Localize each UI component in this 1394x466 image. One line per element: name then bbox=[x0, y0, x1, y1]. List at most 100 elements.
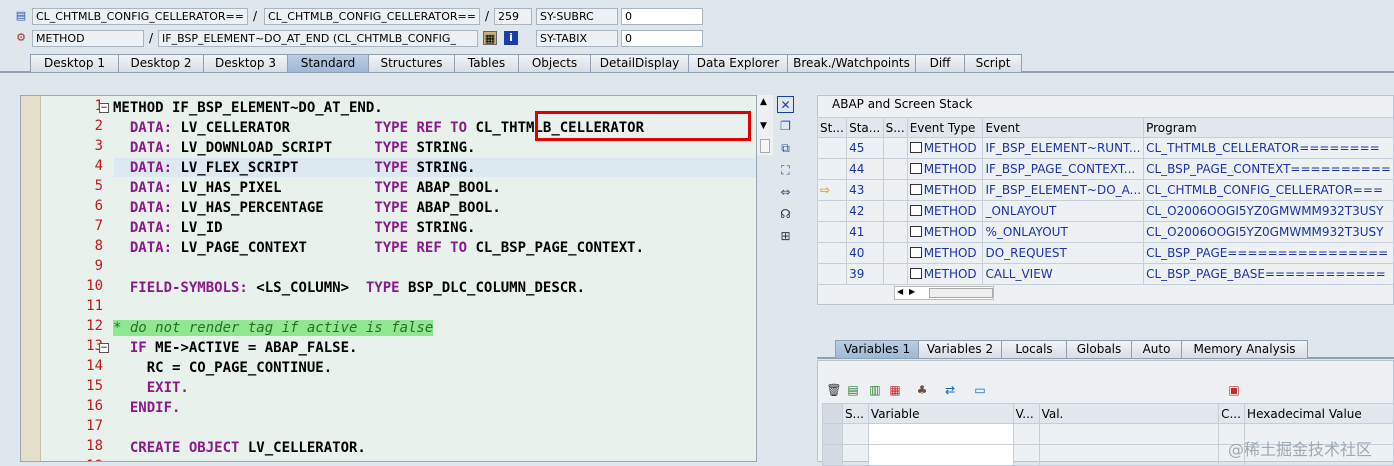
stack-row[interactable]: 44 METHOD IF_BSP_PAGE_CONTEXT... CL_BSP_PAG… bbox=[816, 158, 1394, 180]
stack-event[interactable]: IF_BSP_PAGE_CONTEXT... bbox=[982, 158, 1145, 180]
stack-level[interactable]: 45 bbox=[846, 137, 884, 159]
stack-program[interactable]: CL_O2006OOGI5YZ0GMWMM932T3USY bbox=[1143, 221, 1394, 243]
stack-program[interactable]: CL_BSP_PAGE_BASE============ bbox=[1143, 263, 1394, 285]
stack-program[interactable]: CL_CHTMLB_CONFIG_CELLERATOR=== bbox=[1143, 179, 1394, 201]
code-line[interactable]: DATA: LV_ID TYPE STRING. bbox=[113, 218, 476, 238]
cell[interactable] bbox=[841, 444, 869, 466]
code-line[interactable]: DATA: LV_HAS_PIXEL TYPE ABAP_BOOL. bbox=[113, 178, 501, 198]
stack-program[interactable]: CL_O2006OOGI5YZ0GMWMM932T3USY bbox=[1143, 200, 1394, 222]
tab-variables-2[interactable]: Variables 2 bbox=[918, 340, 1002, 358]
trash-icon[interactable]: 🗑 bbox=[826, 382, 842, 398]
tab-memory-analysis[interactable]: Memory Analysis bbox=[1181, 340, 1308, 358]
stack-s-cell[interactable] bbox=[882, 242, 908, 264]
stack-event-type[interactable]: METHOD bbox=[906, 179, 984, 201]
scroll-down-icon[interactable]: ▼ bbox=[760, 121, 767, 131]
stack-marker-cell[interactable] bbox=[816, 158, 848, 180]
row-selector[interactable] bbox=[822, 423, 843, 445]
navigate-icon[interactable]: ▦ bbox=[483, 31, 497, 45]
tab-desktop-2[interactable]: Desktop 2 bbox=[118, 54, 204, 72]
code-line[interactable]: CREATE OBJECT LV_CELLERATOR. bbox=[113, 438, 366, 458]
col-header[interactable]: Program bbox=[1143, 117, 1394, 138]
stack-marker-cell[interactable] bbox=[816, 200, 848, 222]
stack-s-cell[interactable] bbox=[882, 221, 908, 243]
fold-toggle-method[interactable]: − bbox=[99, 103, 109, 113]
stack-s-cell[interactable] bbox=[882, 200, 908, 222]
scroll-up-icon[interactable]: ▲ bbox=[760, 97, 767, 107]
stack-level[interactable]: 39 bbox=[846, 263, 884, 285]
swap-icon[interactable]: ⇄ bbox=[942, 382, 958, 398]
col-header[interactable]: C... bbox=[1218, 403, 1246, 424]
col-header[interactable]: Event bbox=[982, 117, 1145, 138]
col-header[interactable]: V... bbox=[1012, 403, 1040, 424]
col-header[interactable]: St... bbox=[816, 117, 848, 138]
code-line[interactable]: * do not render tag if active is false bbox=[113, 318, 434, 338]
stack-event[interactable]: IF_BSP_ELEMENT~RUNT... bbox=[982, 137, 1145, 159]
table-delete-icon[interactable]: ▦ bbox=[887, 382, 903, 398]
headset-icon[interactable]: ☊ bbox=[777, 206, 794, 223]
tab-locals[interactable]: Locals bbox=[1001, 340, 1067, 358]
code-line[interactable]: METHOD IF_BSP_ELEMENT~DO_AT_END. bbox=[113, 98, 383, 118]
stack-program[interactable]: CL_BSP_PAGE================ bbox=[1143, 242, 1394, 264]
col-header[interactable]: Event Type bbox=[906, 117, 984, 138]
stack-s-cell[interactable] bbox=[882, 158, 908, 180]
code-line[interactable]: FIELD-SYMBOLS: <LS_COLUMN> TYPE BSP_DLC_… bbox=[113, 278, 585, 298]
scroll-left-icon[interactable]: ◀ bbox=[897, 287, 903, 296]
editor-scrollbar[interactable]: ▲ ▼ bbox=[757, 95, 773, 155]
code-line[interactable]: EXIT. bbox=[113, 378, 189, 398]
stack-level[interactable]: 42 bbox=[846, 200, 884, 222]
stack-event-type[interactable]: METHOD bbox=[906, 221, 984, 243]
stack-row[interactable]: 45 METHOD IF_BSP_ELEMENT~RUNT... CL_THTMLB_… bbox=[816, 137, 1394, 159]
stack-event[interactable]: %_ONLAYOUT bbox=[982, 221, 1145, 243]
code-line[interactable]: DATA: LV_FLEX_SCRIPT TYPE STRING. bbox=[113, 158, 476, 178]
stack-s-cell[interactable] bbox=[882, 179, 908, 201]
tab-break-watchpoints[interactable]: Break./Watchpoints bbox=[787, 54, 916, 72]
stack-s-cell[interactable] bbox=[882, 137, 908, 159]
cell[interactable] bbox=[841, 423, 869, 445]
tab-detail-display[interactable]: DetailDisplay bbox=[590, 54, 689, 72]
close-icon[interactable]: ✕ bbox=[777, 96, 794, 113]
stack-row[interactable]: 40 METHOD DO_REQUEST CL_BSP_PAGE===========… bbox=[816, 242, 1394, 264]
maximize-icon[interactable]: ⛶ bbox=[777, 162, 794, 179]
stack-event-type[interactable]: METHOD bbox=[906, 263, 984, 285]
code-line[interactable]: DATA: LV_HAS_PERCENTAGE TYPE ABAP_BOOL. bbox=[113, 198, 501, 218]
tab-globals[interactable]: Globals bbox=[1066, 340, 1132, 358]
sysvar-value-field[interactable]: 0 bbox=[621, 8, 703, 25]
stack-row[interactable]: 41 METHOD %_ONLAYOUT CL_O2006OOGI5YZ0GMWMM9… bbox=[816, 221, 1394, 243]
stack-program[interactable]: CL_BSP_PAGE_CONTEXT========== bbox=[1143, 158, 1394, 180]
stack-s-cell[interactable] bbox=[882, 263, 908, 285]
stack-event-type[interactable]: METHOD bbox=[906, 200, 984, 222]
folder-icon[interactable]: ▭ bbox=[972, 382, 988, 398]
stack-marker-cell[interactable] bbox=[816, 221, 848, 243]
resize-icon[interactable]: ⇔ bbox=[777, 184, 794, 201]
copy-icon[interactable]: ⧉ bbox=[777, 140, 794, 157]
stack-row[interactable]: 42 METHOD _ONLAYOUT CL_O2006OOGI5YZ0GMWMM93… bbox=[816, 200, 1394, 222]
table-add-icon[interactable]: ▤ bbox=[845, 382, 861, 398]
row-selector[interactable] bbox=[822, 444, 843, 466]
stack-level[interactable]: 44 bbox=[846, 158, 884, 180]
tab-diff[interactable]: Diff bbox=[915, 54, 965, 72]
scroll-thumb[interactable] bbox=[929, 288, 993, 298]
save-icon[interactable]: ▣ bbox=[1226, 382, 1242, 398]
tab-desktop-3[interactable]: Desktop 3 bbox=[203, 54, 288, 72]
col-header[interactable]: Sta... bbox=[846, 117, 884, 138]
tab-variables-1[interactable]: Variables 1 bbox=[835, 340, 919, 358]
code-line[interactable]: IF ME->ACTIVE = ABAP_FALSE. bbox=[113, 338, 358, 358]
stack-level[interactable]: 40 bbox=[846, 242, 884, 264]
variable-input[interactable] bbox=[867, 444, 1014, 466]
stack-event-type[interactable]: METHOD bbox=[906, 137, 984, 159]
source-editor[interactable]: 12345678910111213141516171819 METHOD IF_… bbox=[20, 95, 757, 462]
tree-icon[interactable]: ⊞ bbox=[777, 228, 794, 245]
code-line[interactable]: ENDIF. bbox=[113, 398, 181, 418]
tab-standard[interactable]: Standard bbox=[287, 54, 369, 72]
stack-event[interactable]: _ONLAYOUT bbox=[982, 200, 1145, 222]
stack-row[interactable]: ⇨ 43 METHOD IF_BSP_ELEMENT~DO_A... CL_CHTMLB… bbox=[816, 179, 1394, 201]
stack-level[interactable]: 41 bbox=[846, 221, 884, 243]
col-header[interactable]: Val. bbox=[1038, 403, 1220, 424]
tab-script[interactable]: Script bbox=[964, 54, 1022, 72]
stack-marker-cell[interactable] bbox=[816, 137, 848, 159]
stack-event[interactable]: DO_REQUEST bbox=[982, 242, 1145, 264]
sysvar2-value-field[interactable]: 0 bbox=[621, 30, 703, 47]
tab-tables[interactable]: Tables bbox=[454, 54, 519, 72]
stack-event[interactable]: IF_BSP_ELEMENT~DO_A... bbox=[982, 179, 1145, 201]
tab-auto[interactable]: Auto bbox=[1131, 340, 1182, 358]
